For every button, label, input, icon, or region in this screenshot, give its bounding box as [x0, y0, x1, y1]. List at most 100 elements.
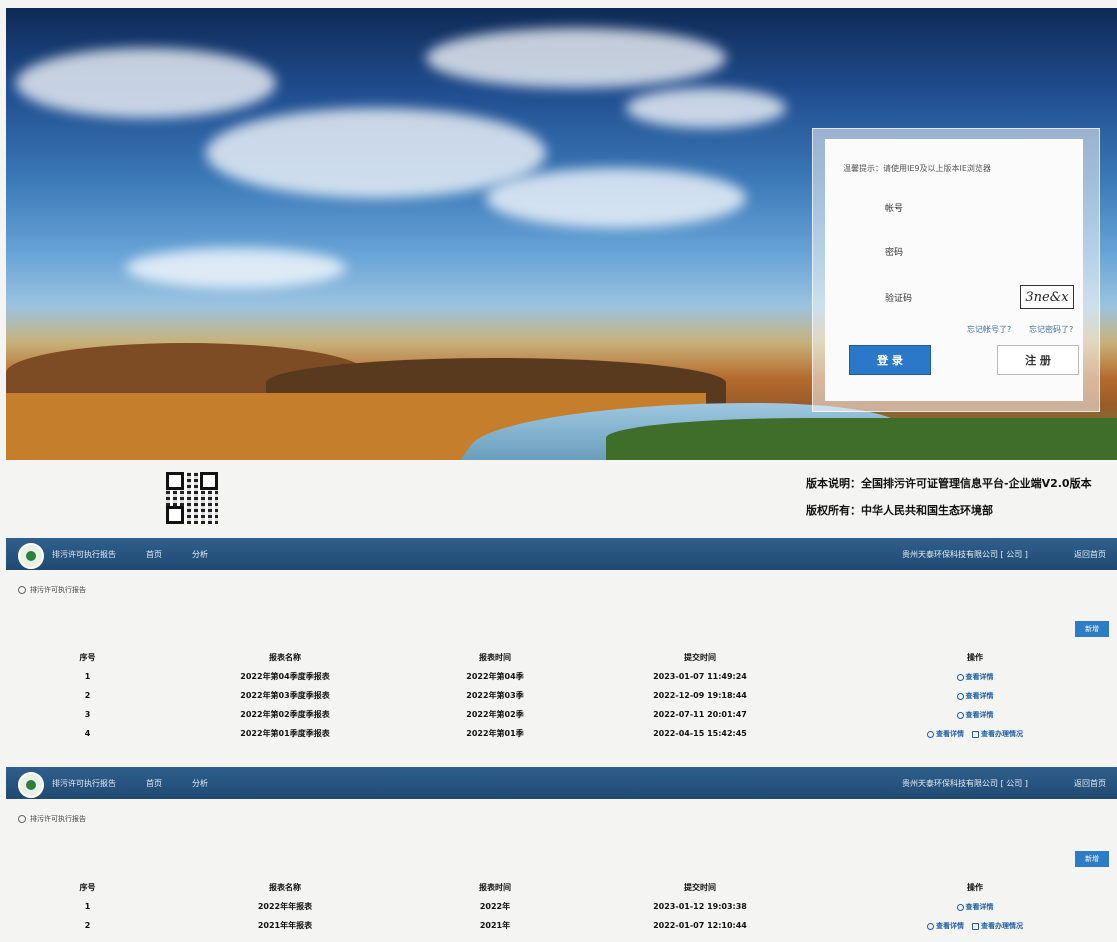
forgot-account-link[interactable]: 忘记帐号了?	[967, 324, 1011, 335]
report-name: 2021年年报表	[257, 921, 313, 930]
account-label: 帐号	[885, 204, 904, 214]
location-icon	[18, 586, 26, 594]
submit-time: 2022-04-15 15:42:45	[653, 729, 747, 738]
view-icon	[956, 673, 964, 681]
column-header: 报表名称	[269, 653, 301, 662]
forgot-password-link[interactable]: 忘记密码了?	[1029, 324, 1073, 335]
top-navbar: 排污许可执行报告 首页 分析 贵州天泰环保科技有限公司 [ 公司 ] 返回首页	[6, 538, 1117, 570]
view-detail-label: 查看详情	[965, 903, 994, 911]
nav-menu-analysis[interactable]: 分析	[192, 549, 208, 560]
report-period: 2021年	[479, 921, 511, 930]
view-icon	[927, 730, 934, 738]
add-report-button[interactable]: 新增	[1075, 621, 1109, 637]
version-info: 版本说明：全国排污许可证管理信息平台-企业端V2.0版本	[806, 477, 1092, 490]
qr-corner	[166, 472, 184, 490]
login-button[interactable]: 登 录	[849, 345, 931, 375]
column-header: 序号	[79, 883, 96, 892]
view-progress-link[interactable]: 查看办理情况	[972, 922, 1023, 930]
report-table: 序号 报表名称 报表时间 提交时间 操作 1 2022年第04季度季报表 202…	[60, 648, 1110, 743]
ministry-logo-icon	[18, 543, 44, 569]
report-period: 2022年	[479, 902, 511, 911]
column-header: 操作	[967, 883, 983, 892]
qr-corner	[200, 472, 218, 490]
row-number: 1	[84, 672, 91, 681]
breadcrumb: 排污许可执行报告	[18, 585, 86, 595]
report-name: 2022年年报表	[257, 902, 313, 911]
view-detail-link[interactable]: 查看详情	[956, 673, 994, 681]
view-detail-label: 查看详情	[965, 692, 994, 700]
captcha-image[interactable]: 3ne&x	[1020, 285, 1074, 309]
view-icon	[956, 903, 964, 911]
nav-company: 贵州天泰环保科技有限公司 [ 公司 ]	[902, 550, 1028, 559]
view-detail-label: 查看详情	[965, 673, 994, 681]
view-detail-link[interactable]: 查看详情	[956, 692, 994, 700]
progress-icon	[972, 730, 979, 738]
report-table: 序号 报表名称 报表时间 提交时间 操作 1 2022年年报表 2022年 20…	[60, 878, 1110, 935]
view-icon	[956, 711, 964, 719]
row-actions: 查看详情	[890, 705, 1060, 724]
nav-back-link[interactable]: 返回首页	[1074, 778, 1106, 789]
report-period: 2022年第02季	[466, 710, 524, 719]
grass-shape	[606, 418, 1117, 460]
table-row: 3 2022年第02季度季报表 2022年第02季 2022-07-11 20:…	[60, 705, 1110, 724]
password-label: 密码	[885, 248, 904, 258]
hero-banner: 温馨提示：请使用IE9及以上版本IE浏览器 帐号 密码 验证码 3ne&x 忘记…	[6, 8, 1117, 460]
row-number: 3	[84, 710, 91, 719]
column-header: 序号	[79, 653, 96, 662]
table-row: 2 2021年年报表 2021年 2022-01-07 12:10:44 查看详…	[60, 916, 1110, 935]
nav-title[interactable]: 排污许可执行报告	[52, 778, 116, 789]
column-header: 报表时间	[479, 653, 511, 662]
report-name: 2022年第02季度季报表	[240, 710, 330, 719]
submit-time: 2022-12-09 19:18:44	[653, 691, 747, 700]
breadcrumb-text: 排污许可执行报告	[30, 815, 86, 823]
report-name: 2022年第04季度季报表	[240, 672, 330, 681]
nav-menu-home[interactable]: 首页	[146, 549, 162, 560]
table-row: 1 2022年第04季度季报表 2022年第04季 2023-01-07 11:…	[60, 667, 1110, 686]
column-header: 报表时间	[479, 883, 511, 892]
breadcrumb-text: 排污许可执行报告	[30, 586, 86, 594]
row-actions: 查看详情	[890, 667, 1060, 686]
row-number: 2	[84, 691, 91, 700]
report-name: 2022年第01季度季报表	[240, 729, 330, 738]
cloud-shape	[486, 168, 746, 228]
register-button[interactable]: 注 册	[997, 345, 1079, 375]
view-detail-link[interactable]: 查看详情	[927, 922, 964, 930]
nav-menu-analysis[interactable]: 分析	[192, 778, 208, 789]
row-actions: 查看详情 查看办理情况	[890, 916, 1060, 935]
column-header: 操作	[967, 653, 983, 662]
cloud-shape	[206, 108, 546, 198]
row-number: 4	[84, 729, 91, 738]
view-icon	[956, 692, 964, 700]
submit-time: 2023-01-12 19:03:38	[653, 902, 747, 911]
nav-company: 贵州天泰环保科技有限公司 [ 公司 ]	[902, 779, 1028, 788]
location-icon	[18, 815, 26, 823]
table-header: 序号 报表名称 报表时间 提交时间 操作	[60, 648, 1110, 667]
report-period: 2022年第01季	[466, 729, 524, 738]
submit-time: 2022-07-11 20:01:47	[653, 710, 747, 719]
column-header: 报表名称	[269, 883, 301, 892]
row-actions: 查看详情 查看办理情况	[890, 724, 1060, 743]
browser-notice: 温馨提示：请使用IE9及以上版本IE浏览器	[843, 164, 991, 173]
login-form: 温馨提示：请使用IE9及以上版本IE浏览器 帐号 密码 验证码 3ne&x 忘记…	[825, 139, 1083, 401]
view-progress-label: 查看办理情况	[981, 730, 1023, 738]
nav-back-link[interactable]: 返回首页	[1074, 549, 1106, 560]
column-header: 提交时间	[684, 883, 716, 892]
copyright-info: 版权所有：中华人民共和国生态环境部	[806, 504, 993, 517]
row-actions: 查看详情	[890, 897, 1060, 916]
view-progress-label: 查看办理情况	[981, 922, 1023, 930]
nav-title[interactable]: 排污许可执行报告	[52, 549, 116, 560]
report-name: 2022年第03季度季报表	[240, 691, 330, 700]
table-row: 4 2022年第01季度季报表 2022年第01季 2022-04-15 15:…	[60, 724, 1110, 743]
view-detail-link[interactable]: 查看详情	[956, 903, 994, 911]
breadcrumb: 排污许可执行报告	[18, 814, 86, 824]
nav-menu-home[interactable]: 首页	[146, 778, 162, 789]
view-detail-link[interactable]: 查看详情	[956, 711, 994, 719]
view-detail-label: 查看详情	[936, 922, 964, 930]
row-actions: 查看详情	[890, 686, 1060, 705]
view-detail-link[interactable]: 查看详情	[927, 730, 964, 738]
table-row: 1 2022年年报表 2022年 2023-01-12 19:03:38 查看详…	[60, 897, 1110, 916]
cloud-shape	[426, 28, 726, 88]
submit-time: 2022-01-07 12:10:44	[653, 921, 747, 930]
view-progress-link[interactable]: 查看办理情况	[972, 730, 1023, 738]
add-report-button[interactable]: 新增	[1075, 851, 1109, 867]
